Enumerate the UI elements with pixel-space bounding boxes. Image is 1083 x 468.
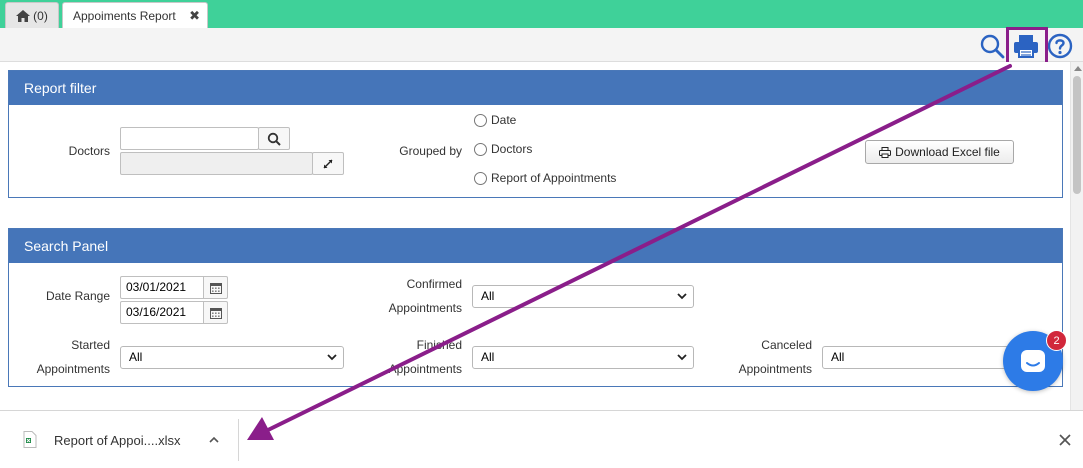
date-to-calendar-button[interactable] [204,301,228,324]
close-icon[interactable]: ✖ [189,8,200,24]
excel-file-icon [23,431,37,448]
radio-group-report[interactable]: Report of Appointments [474,171,616,185]
confirmed-label-line1: Confirmed [406,277,462,291]
report-filter-title: Report filter [9,71,1062,105]
scroll-up-arrow[interactable] [1074,66,1082,71]
download-excel-label: Download Excel file [895,145,1000,159]
radio-button[interactable] [474,171,487,185]
doctors-search-button[interactable] [258,127,290,150]
tab-bar: (0) Appoiments Report ✖ [0,0,1083,28]
doctors-label: Doctors [68,144,110,158]
finished-select[interactable]: All [472,346,694,369]
canceled-label-line2: Appointments [738,362,812,376]
expand-button[interactable] [312,152,344,175]
canceled-select[interactable]: All [822,346,1012,369]
toolbar [0,28,1083,62]
finished-label-line1: Finished [416,338,462,352]
canceled-label-line1: Canceled [761,338,812,352]
chat-unread-badge: 2 [1046,330,1067,351]
radio-group-date[interactable]: Date [474,113,516,127]
radio-button[interactable] [474,142,487,156]
date-range-label: Date Range [45,289,110,303]
chevron-down-icon [677,293,687,300]
chevron-down-icon [327,354,337,361]
date-from-input[interactable]: 03/01/2021 [120,276,204,299]
started-label-line1: Started [71,338,110,352]
confirmed-select[interactable]: All [472,285,694,308]
home-count: (0) [33,8,48,23]
download-excel-button[interactable]: Download Excel file [865,140,1014,164]
date-from-calendar-button[interactable] [204,276,228,299]
finished-value: All [481,350,495,364]
close-icon[interactable] [1058,433,1072,447]
search-icon [267,132,281,146]
chat-icon [1021,350,1045,372]
download-file-name[interactable]: Report of Appoi....xlsx [54,433,180,448]
print-icon [879,146,892,158]
tab-home[interactable]: (0) [5,2,59,28]
started-label-line2: Appointments [36,362,110,376]
expand-icon [323,159,333,168]
search-panel-title: Search Panel [9,229,1062,263]
doctors-selected-list [120,152,313,175]
print-highlight-box [1006,27,1048,65]
canceled-value: All [831,350,845,364]
help-icon[interactable] [1046,32,1074,60]
confirmed-value: All [481,289,495,303]
calendar-icon [209,282,222,294]
doctors-input[interactable] [120,127,259,150]
radio-group-doctors[interactable]: Doctors [474,142,532,156]
home-icon [16,9,31,22]
started-value: All [129,350,143,364]
radio-button[interactable] [474,113,487,127]
chevron-up-icon[interactable] [208,435,220,445]
download-bar: Report of Appoi....xlsx [0,410,1083,468]
radio-label-report: Report of Appointments [491,171,617,185]
download-separator [238,419,239,461]
finished-label-line2: Appointments [388,362,462,376]
date-to-input[interactable]: 03/16/2021 [120,301,204,324]
search-icon[interactable] [978,32,1006,60]
scroll-thumb[interactable] [1073,76,1081,194]
calendar-icon [209,307,222,319]
tab-appointments-report[interactable]: Appoiments Report ✖ [62,2,208,28]
grouped-by-label: Grouped by [399,144,462,158]
radio-label-date: Date [491,113,517,127]
started-select[interactable]: All [120,346,344,369]
confirmed-label-line2: Appointments [388,301,462,315]
radio-label-doctors: Doctors [491,142,533,156]
vertical-scrollbar[interactable] [1070,62,1083,410]
tab-label: Appoiments Report [73,8,176,23]
chevron-down-icon [677,354,687,361]
